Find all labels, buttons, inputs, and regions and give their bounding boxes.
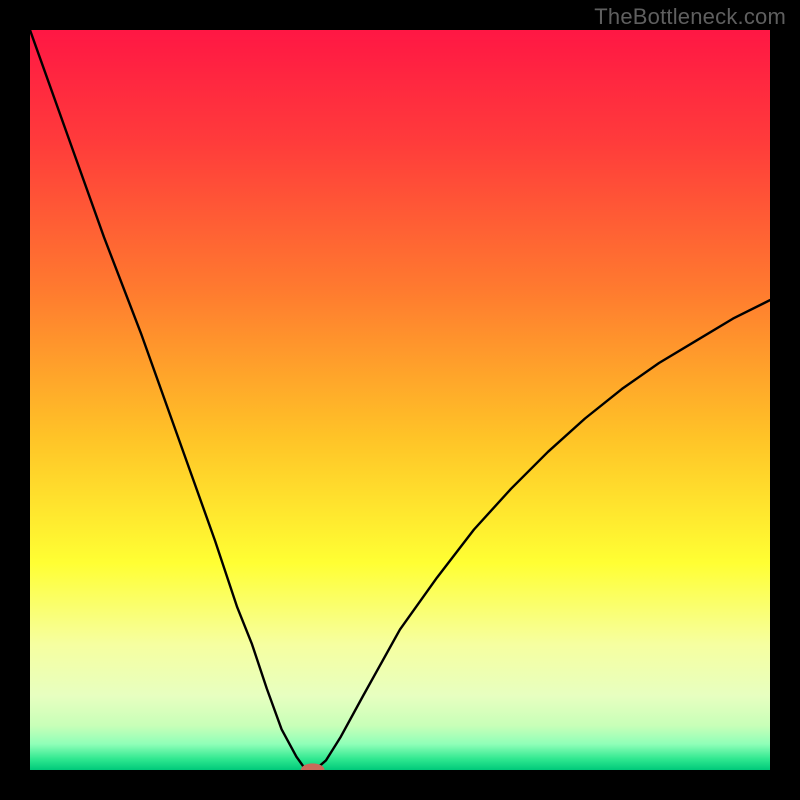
watermark-text: TheBottleneck.com [594, 4, 786, 30]
chart-frame: TheBottleneck.com [0, 0, 800, 800]
plot-area [30, 30, 770, 770]
gradient-background [30, 30, 770, 770]
chart-svg [30, 30, 770, 770]
